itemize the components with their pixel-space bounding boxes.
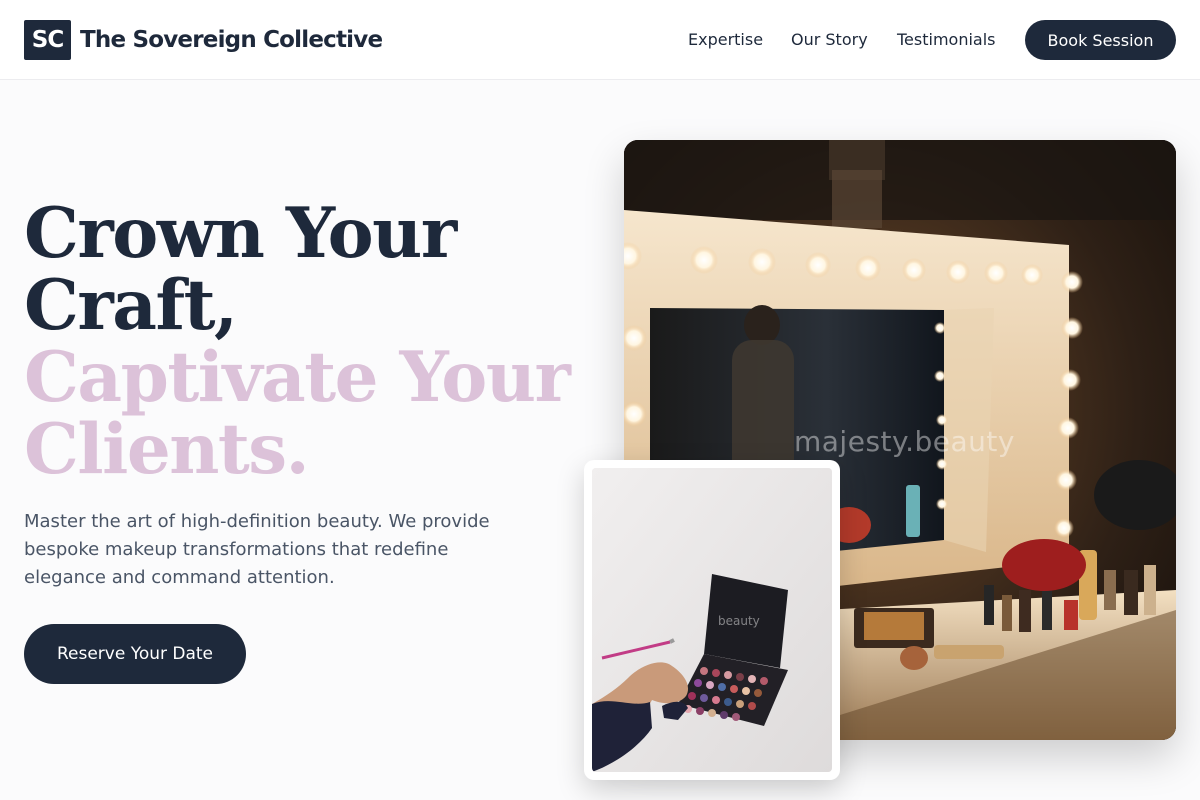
nav-link-testimonials[interactable]: Testimonials xyxy=(897,28,996,52)
makeup-palette-card: beauty xyxy=(584,460,840,780)
headline-accent-line-2: Clients. xyxy=(24,409,310,490)
hero-subcopy: Master the art of high-definition beauty… xyxy=(24,511,490,588)
main-photo-watermark: majesty.beauty xyxy=(794,425,1015,458)
palette-illustration xyxy=(592,468,832,772)
inset-photo-watermark: beauty xyxy=(718,614,760,628)
hero-headline: Crown Your Craft, Captivate Your Clients… xyxy=(24,198,584,486)
logo-mark[interactable]: SC xyxy=(24,20,71,60)
nav-link-expertise[interactable]: Expertise xyxy=(688,28,763,52)
headline-line-2: Craft, xyxy=(24,265,238,346)
headline-line-1: Crown Your xyxy=(24,193,457,274)
top-navigation: SC The Sovereign Collective Expertise Ou… xyxy=(0,0,1200,80)
makeup-palette-photo: beauty xyxy=(592,468,832,772)
reserve-your-date-button[interactable]: Reserve Your Date xyxy=(24,624,246,684)
nav-link-our-story[interactable]: Our Story xyxy=(791,28,868,52)
brand-name[interactable]: The Sovereign Collective xyxy=(80,24,383,56)
headline-accent-line-1: Captivate Your xyxy=(24,337,571,418)
book-session-button[interactable]: Book Session xyxy=(1025,20,1176,60)
